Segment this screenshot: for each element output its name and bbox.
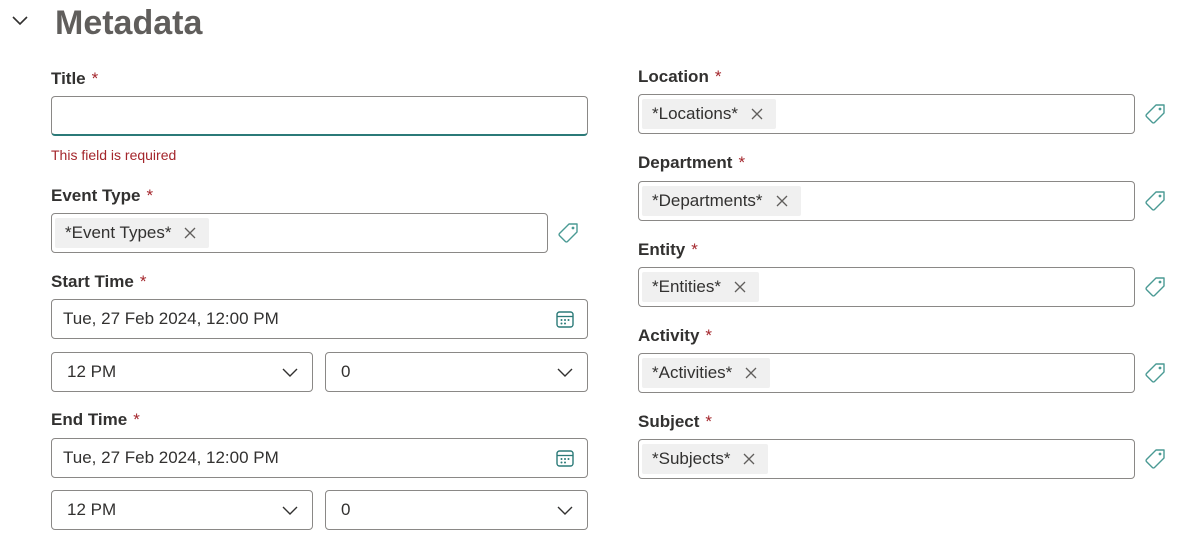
entity-tag-text: *Entities* xyxy=(652,277,721,296)
tag-icon[interactable] xyxy=(1143,275,1167,299)
department-picker[interactable]: *Departments* xyxy=(638,181,1135,221)
end-minute-dropdown[interactable]: 0 xyxy=(325,490,588,530)
start-minute-value[interactable]: 0 xyxy=(326,362,350,382)
tag-icon[interactable] xyxy=(1143,361,1167,385)
required-marker: * xyxy=(714,67,722,86)
close-icon[interactable] xyxy=(775,194,789,208)
section-title: Metadata xyxy=(55,4,203,42)
end-time-label-text: End Time xyxy=(51,410,128,429)
event-type-tag-text: *Event Types* xyxy=(65,223,172,242)
start-date-field[interactable]: Tue, 27 Feb 2024, 12:00 PM xyxy=(51,299,588,339)
location-label-text: Location xyxy=(638,67,709,86)
start-hour-value[interactable]: 12 PM xyxy=(52,362,116,382)
tag-icon[interactable] xyxy=(1143,102,1167,126)
subject-tag-text: *Subjects* xyxy=(652,449,731,468)
close-icon[interactable] xyxy=(744,366,758,380)
required-marker: * xyxy=(691,240,698,259)
entity-picker[interactable]: *Entities* xyxy=(638,267,1135,307)
required-marker: * xyxy=(91,69,99,88)
start-hour-dropdown[interactable]: 12 PM xyxy=(51,352,313,392)
required-marker: * xyxy=(705,326,713,345)
department-tag-chip: *Departments* xyxy=(642,186,801,216)
start-date-value[interactable]: Tue, 27 Feb 2024, 12:00 PM xyxy=(52,309,279,329)
chevron-down-icon[interactable] xyxy=(280,500,300,520)
location-tag-text: *Locations* xyxy=(652,104,739,123)
calendar-icon[interactable] xyxy=(555,309,575,329)
title-input[interactable] xyxy=(51,96,588,136)
start-time-label-text: Start Time xyxy=(51,272,134,291)
end-time-label: End Time * xyxy=(51,410,140,430)
entity-label-text: Entity xyxy=(638,240,686,259)
event-type-label-text: Event Type xyxy=(51,186,141,205)
close-icon[interactable] xyxy=(183,226,197,240)
entity-tag-chip: *Entities* xyxy=(642,272,759,302)
end-date-field[interactable]: Tue, 27 Feb 2024, 12:00 PM xyxy=(51,438,588,478)
activity-tag-text: *Activities* xyxy=(652,363,733,382)
start-time-label: Start Time * xyxy=(51,272,146,292)
location-tag-chip: *Locations* xyxy=(642,99,777,129)
chevron-down-icon[interactable] xyxy=(280,362,300,382)
subject-picker[interactable]: *Subjects* xyxy=(638,439,1135,479)
close-icon[interactable] xyxy=(733,280,747,294)
tag-icon[interactable] xyxy=(556,221,580,245)
activity-label: Activity * xyxy=(638,326,712,346)
close-icon[interactable] xyxy=(742,452,756,466)
location-picker[interactable]: *Locations* xyxy=(638,94,1135,134)
required-marker: * xyxy=(146,186,154,205)
tag-icon[interactable] xyxy=(1143,189,1167,213)
location-label: Location * xyxy=(638,67,721,87)
start-minute-dropdown[interactable]: 0 xyxy=(325,352,588,392)
entity-label: Entity * xyxy=(638,240,698,260)
event-type-picker[interactable]: *Event Types* xyxy=(51,213,548,253)
calendar-icon[interactable] xyxy=(555,448,575,468)
event-type-tag-chip: *Event Types* xyxy=(55,218,210,248)
tag-icon[interactable] xyxy=(1143,447,1167,471)
end-hour-dropdown[interactable]: 12 PM xyxy=(51,490,313,530)
required-marker: * xyxy=(133,410,140,429)
end-minute-value[interactable]: 0 xyxy=(326,500,350,520)
department-tag-text: *Departments* xyxy=(652,191,763,210)
chevron-down-icon[interactable] xyxy=(555,500,575,520)
activity-label-text: Activity xyxy=(638,326,700,345)
chevron-down-icon[interactable] xyxy=(555,362,575,382)
title-label: Title * xyxy=(51,69,98,89)
activity-tag-chip: *Activities* xyxy=(642,358,771,388)
subject-tag-chip: *Subjects* xyxy=(642,444,769,474)
end-hour-value[interactable]: 12 PM xyxy=(52,500,116,520)
chevron-down-icon[interactable] xyxy=(8,8,32,32)
required-marker: * xyxy=(139,272,147,291)
department-label-text: Department xyxy=(638,153,733,172)
subject-label: Subject * xyxy=(638,412,712,432)
subject-label-text: Subject xyxy=(638,412,700,431)
required-marker: * xyxy=(705,412,713,431)
event-type-label: Event Type * xyxy=(51,186,153,206)
activity-picker[interactable]: *Activities* xyxy=(638,353,1135,393)
end-date-value[interactable]: Tue, 27 Feb 2024, 12:00 PM xyxy=(52,448,279,468)
title-label-text: Title xyxy=(51,69,86,88)
required-marker: * xyxy=(738,153,746,172)
title-error-message: This field is required xyxy=(51,147,177,163)
close-icon[interactable] xyxy=(750,107,764,121)
department-label: Department * xyxy=(638,153,745,173)
